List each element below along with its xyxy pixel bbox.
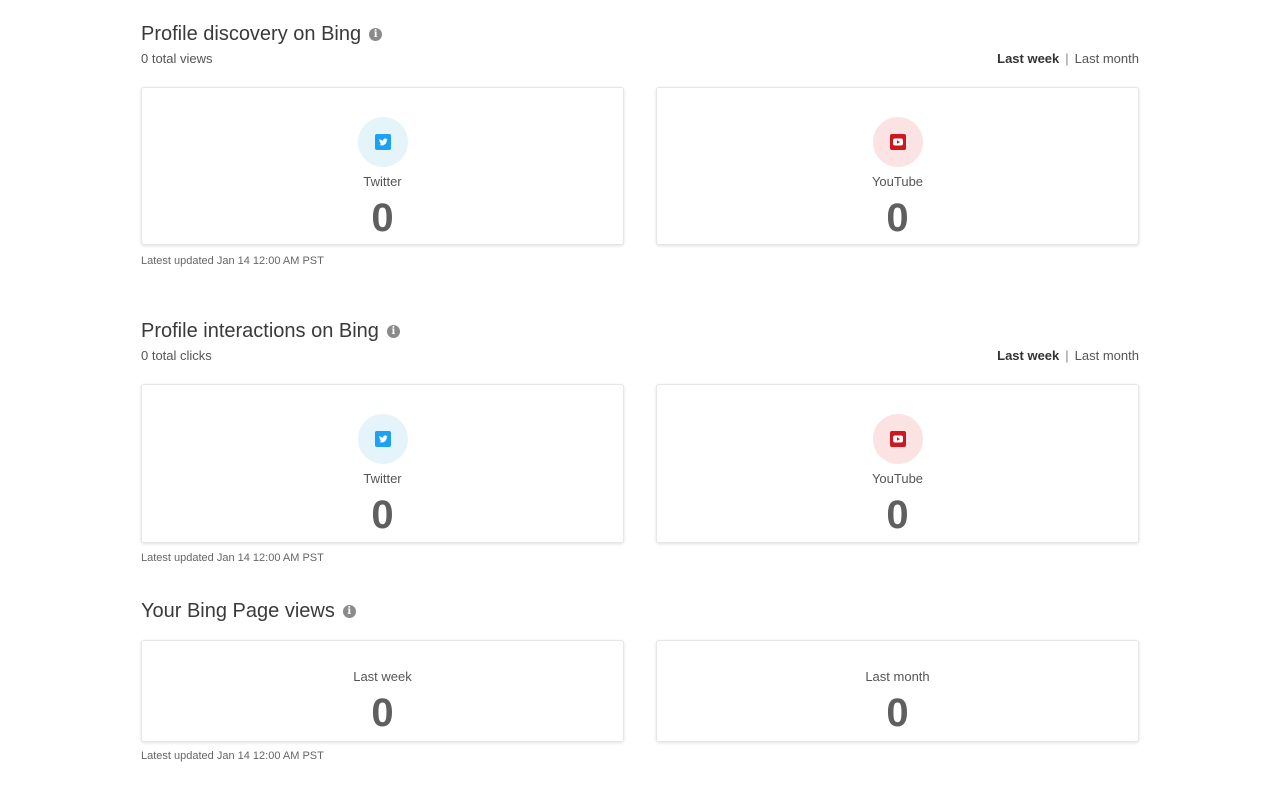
- section-title: Profile discovery on Bing i: [141, 21, 383, 47]
- toggle-separator: |: [1065, 51, 1069, 66]
- last-updated: Latest updated Jan 14 12:00 AM PST: [141, 255, 324, 267]
- youtube-card: YouTube 0: [656, 384, 1139, 543]
- total-clicks: 0 total clicks: [141, 348, 212, 363]
- period-toggle: Last week | Last month: [997, 348, 1139, 363]
- last-updated: Latest updated Jan 14 12:00 AM PST: [141, 552, 324, 564]
- page-view-count: 0: [371, 691, 394, 735]
- twitter-card: Twitter 0: [141, 384, 624, 543]
- click-count: 0: [371, 493, 394, 537]
- period-label: Last month: [865, 669, 930, 684]
- info-icon[interactable]: i: [386, 324, 400, 338]
- twitter-icon: [374, 134, 391, 150]
- section-title: Your Bing Page views i: [141, 598, 356, 624]
- section-title: Profile interactions on Bing i: [141, 318, 400, 344]
- last-month-card: Last month 0: [656, 640, 1139, 742]
- info-icon[interactable]: i: [342, 604, 356, 618]
- period-label: Last week: [353, 669, 412, 684]
- youtube-avatar: [872, 414, 923, 464]
- click-count: 0: [886, 493, 909, 537]
- last-month-link[interactable]: Last month: [1075, 348, 1139, 363]
- period-toggle: Last week | Last month: [997, 51, 1139, 66]
- twitter-avatar: [357, 414, 408, 464]
- last-week-link[interactable]: Last week: [997, 51, 1059, 66]
- youtube-icon: [889, 431, 906, 447]
- platform-name: Twitter: [363, 174, 402, 189]
- section-title-text: Your Bing Page views: [141, 599, 335, 622]
- bing-insights-page: Profile discovery on Bing i 0 total view…: [0, 0, 1280, 800]
- section-title-text: Profile interactions on Bing: [141, 319, 379, 342]
- last-month-link[interactable]: Last month: [1075, 51, 1139, 66]
- youtube-avatar: [872, 117, 923, 167]
- platform-name: Twitter: [363, 471, 402, 486]
- platform-name: YouTube: [871, 174, 924, 189]
- profile-discovery-section: Profile discovery on Bing i 0 total view…: [141, 21, 1139, 271]
- last-updated: Latest updated Jan 14 12:00 AM PST: [141, 750, 324, 762]
- info-icon[interactable]: i: [369, 27, 383, 41]
- view-count: 0: [886, 196, 909, 240]
- bing-page-views-section: Your Bing Page views i Last week 0 Last …: [141, 598, 1139, 768]
- youtube-icon: [889, 134, 906, 150]
- twitter-icon: [374, 431, 391, 447]
- last-week-card: Last week 0: [141, 640, 624, 742]
- last-week-link[interactable]: Last week: [997, 348, 1059, 363]
- section-title-text: Profile discovery on Bing: [141, 22, 362, 45]
- twitter-card: Twitter 0: [141, 87, 624, 245]
- page-view-count: 0: [886, 691, 909, 735]
- platform-name: YouTube: [871, 471, 924, 486]
- total-views: 0 total views: [141, 51, 213, 66]
- profile-interactions-section: Profile interactions on Bing i 0 total c…: [141, 318, 1139, 568]
- youtube-card: YouTube 0: [656, 87, 1139, 245]
- toggle-separator: |: [1065, 348, 1069, 363]
- twitter-avatar: [357, 117, 408, 167]
- view-count: 0: [371, 196, 394, 240]
